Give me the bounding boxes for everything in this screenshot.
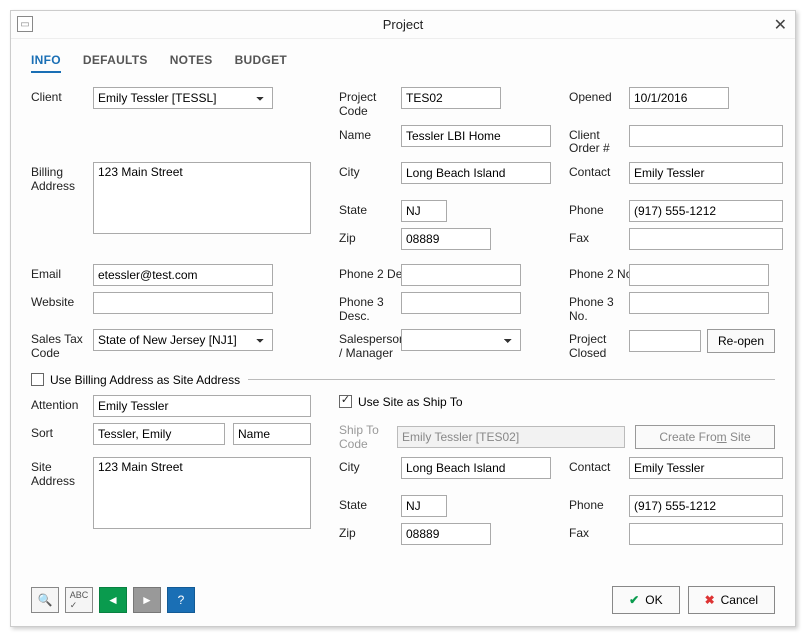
label-site-address: Site Address (31, 457, 93, 489)
tab-defaults[interactable]: DEFAULTS (83, 53, 148, 73)
reopen-button[interactable]: Re-open (707, 329, 775, 353)
project-name-input[interactable] (401, 125, 551, 147)
use-billing-label: Use Billing Address as Site Address (50, 373, 240, 387)
ok-button[interactable]: ✔ OK (612, 586, 679, 614)
label-opened: Opened (569, 87, 629, 105)
site-zip-input[interactable] (401, 523, 491, 545)
back-icon[interactable]: ◄ (99, 587, 127, 613)
search-icon[interactable]: 🔍 (31, 587, 59, 613)
cancel-x-icon: ✖ (705, 593, 715, 607)
website-input[interactable] (93, 292, 273, 314)
zip-input[interactable] (401, 228, 491, 250)
site-fax-input[interactable] (629, 523, 783, 545)
help-icon[interactable]: ? (167, 587, 195, 613)
ship-to-combo (397, 426, 625, 448)
email-input[interactable] (93, 264, 273, 286)
label-site-city: City (339, 457, 401, 475)
label-salesperson: Salesperson / Manager (339, 329, 401, 361)
tab-strip: INFO DEFAULTS NOTES BUDGET (11, 39, 795, 79)
project-closed-input[interactable] (629, 330, 701, 352)
phone2desc-input[interactable] (401, 264, 521, 286)
use-billing-checkbox[interactable] (31, 373, 44, 386)
label-sort: Sort (31, 423, 93, 441)
label-ship-to: Ship To Code (339, 423, 387, 451)
window-title: Project (383, 17, 423, 32)
cancel-button[interactable]: ✖ Cancel (688, 586, 775, 614)
site-address-input[interactable]: 123 Main Street (93, 457, 311, 529)
label-website: Website (31, 292, 93, 310)
label-site-zip: Zip (339, 523, 401, 541)
phone3desc-input[interactable] (401, 292, 521, 314)
label-project-closed: Project Closed (569, 329, 629, 361)
phone2no-input[interactable] (629, 264, 769, 286)
label-zip: Zip (339, 228, 401, 246)
tab-notes[interactable]: NOTES (170, 53, 213, 73)
state-input[interactable] (401, 200, 447, 222)
label-client: Client (31, 87, 93, 105)
label-name: Name (339, 125, 401, 143)
label-attention: Attention (31, 395, 93, 413)
forward-icon[interactable]: ► (133, 587, 161, 613)
button-row: 🔍 ABC✓ ◄ ► ? ✔ OK ✖ Cancel (31, 586, 775, 614)
separator-line (248, 379, 775, 380)
use-site-ship-label: Use Site as Ship To (358, 395, 463, 409)
label-site-fax: Fax (569, 523, 629, 541)
label-city: City (339, 162, 401, 180)
label-site-contact: Contact (569, 457, 629, 475)
label-project-code: Project Code (339, 87, 401, 119)
label-billing-address: Billing Address (31, 162, 93, 194)
app-icon: ▭ (17, 16, 33, 32)
opened-input[interactable] (629, 87, 729, 109)
label-phone3desc: Phone 3 Desc. (339, 292, 401, 324)
client-order-input[interactable] (629, 125, 783, 147)
label-phone3no: Phone 3 No. (569, 292, 629, 324)
billing-address-input[interactable]: 123 Main Street (93, 162, 311, 234)
phone3no-input[interactable] (629, 292, 769, 314)
fax-input[interactable] (629, 228, 783, 250)
create-from-site-button: Create From Site (635, 425, 775, 449)
label-fax: Fax (569, 228, 629, 246)
label-phone: Phone (569, 200, 629, 218)
label-email: Email (31, 264, 93, 282)
sort-by-combo[interactable]: Name (233, 423, 311, 445)
close-icon[interactable]: ✕ (774, 15, 787, 35)
spellcheck-icon[interactable]: ABC✓ (65, 587, 93, 613)
form-body: Client Project Code Opened Name Client O… (11, 79, 795, 553)
city-input[interactable] (401, 162, 551, 184)
phone-input[interactable] (629, 200, 783, 222)
contact-input[interactable] (629, 162, 783, 184)
label-site-state: State (339, 495, 401, 513)
site-contact-input[interactable] (629, 457, 783, 479)
label-site-phone: Phone (569, 495, 629, 513)
sort-input[interactable] (93, 423, 225, 445)
use-site-ship-checkbox[interactable] (339, 395, 352, 408)
project-code-input[interactable] (401, 87, 501, 109)
site-state-input[interactable] (401, 495, 447, 517)
tab-info[interactable]: INFO (31, 53, 61, 73)
label-sales-tax: Sales Tax Code (31, 329, 93, 361)
label-client-order: Client Order # (569, 125, 629, 157)
titlebar: ▭ Project ✕ (11, 11, 795, 39)
site-city-input[interactable] (401, 457, 551, 479)
label-state: State (339, 200, 401, 218)
sales-tax-combo[interactable] (93, 329, 273, 351)
label-contact: Contact (569, 162, 629, 180)
tab-budget[interactable]: BUDGET (235, 53, 287, 73)
project-dialog: ▭ Project ✕ INFO DEFAULTS NOTES BUDGET C… (10, 10, 796, 627)
checkmark-icon: ✔ (629, 593, 639, 607)
salesperson-combo[interactable] (401, 329, 521, 351)
client-combo[interactable] (93, 87, 273, 109)
attention-input[interactable] (93, 395, 311, 417)
site-phone-input[interactable] (629, 495, 783, 517)
